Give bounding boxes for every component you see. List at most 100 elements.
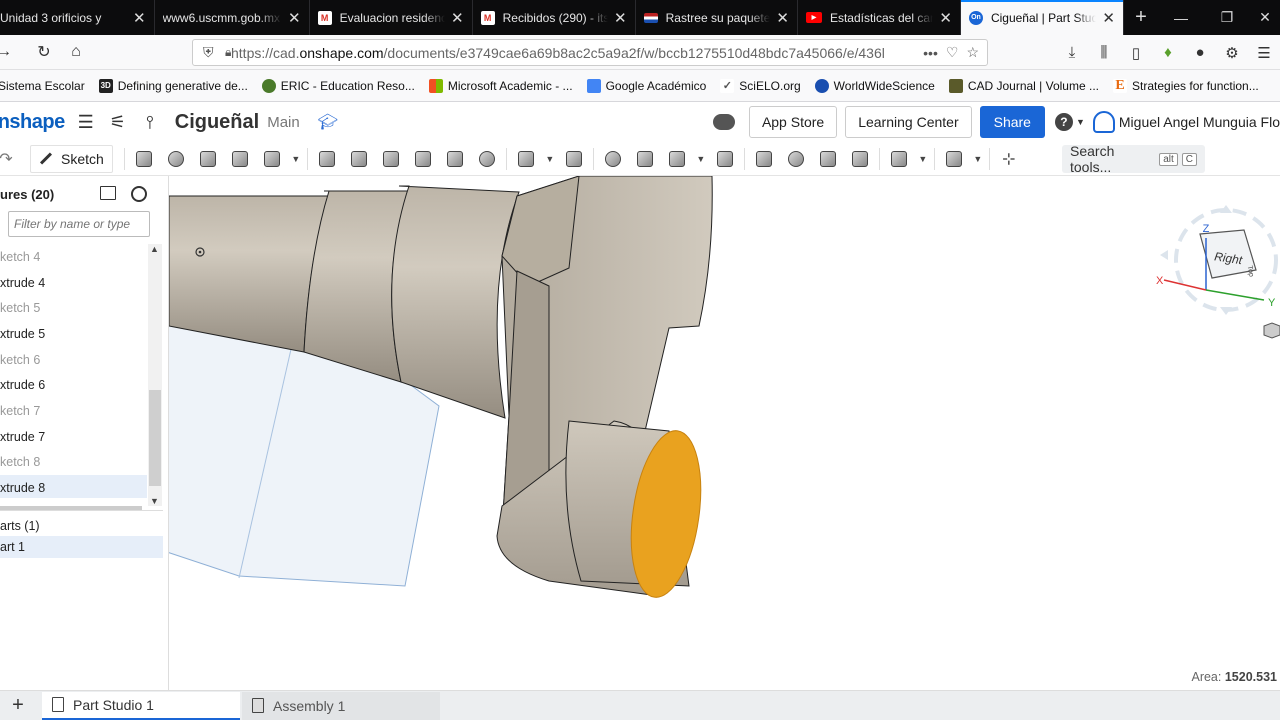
download-icon[interactable]: ⤓	[1056, 39, 1088, 66]
extension-icon[interactable]: ♦	[1152, 39, 1184, 66]
browser-tab-4[interactable]: Rastree su paquete ✕	[636, 0, 798, 35]
share-button[interactable]: Share	[979, 106, 1045, 138]
search-tools-input[interactable]: Search tools... alt C	[1062, 143, 1205, 175]
url-bar[interactable]: ⛨ 🔒︎ https://cad.onshape.com/documents/e…	[192, 39, 988, 66]
close-icon[interactable]: ✕	[133, 9, 146, 27]
settings-icon[interactable]: ⚙	[1216, 39, 1248, 66]
browser-tab-3[interactable]: M Recibidos (290) - its ✕	[473, 0, 636, 35]
close-icon[interactable]: ✕	[288, 9, 301, 27]
feature-item[interactable]: xtrude 4	[0, 270, 147, 296]
chevron-down-icon[interactable]: ▼	[972, 147, 984, 171]
bookmark-item[interactable]: Sistema Escolar	[0, 79, 85, 93]
bookmark-item[interactable]: CAD Journal | Volume ...	[948, 78, 1099, 93]
move-face-icon[interactable]	[816, 147, 840, 171]
learning-cap-icon[interactable]: 🎓︎	[318, 112, 338, 132]
thicken-icon[interactable]	[260, 147, 284, 171]
user-menu[interactable]: Miguel Angel Munguia Flo	[1092, 111, 1280, 133]
fillet-icon[interactable]	[315, 147, 339, 171]
page-actions-icon[interactable]: •••	[923, 45, 938, 61]
bookmark-item[interactable]: ERIC - Education Reso...	[261, 78, 415, 93]
parts-header[interactable]: arts (1)	[0, 510, 163, 536]
lock-icon[interactable]: 🔒︎	[225, 45, 231, 60]
feature-filter-input[interactable]	[8, 211, 150, 237]
menu-icon[interactable]: ☰	[1248, 39, 1280, 66]
hamburger-menu-icon[interactable]: ☰	[75, 112, 97, 133]
window-close-icon[interactable]: ✕	[1250, 0, 1280, 35]
bookmark-item[interactable]: Microsoft Academic - ...	[428, 78, 573, 93]
plane-icon[interactable]	[887, 147, 911, 171]
document-title[interactable]: Cigueñal	[175, 111, 259, 134]
pattern-icon[interactable]	[514, 147, 538, 171]
feature-item[interactable]: ketch 4	[0, 244, 147, 270]
forward-icon[interactable]: →	[0, 38, 12, 66]
help-icon[interactable]: ?	[1054, 113, 1073, 131]
chevron-down-icon[interactable]: ▼	[544, 147, 556, 171]
feature-item[interactable]: ketch 8	[0, 450, 147, 476]
workspace-label[interactable]: Main	[267, 114, 300, 131]
feature-item[interactable]: ketch 7	[0, 398, 147, 424]
feature-item[interactable]: ketch 5	[0, 295, 147, 321]
chevron-down-icon[interactable]: ▼	[695, 147, 707, 171]
scroll-down-icon[interactable]: ▼	[150, 496, 159, 506]
sweep-icon[interactable]	[196, 147, 220, 171]
view-cube[interactable]: Right Top Z X Y	[1156, 205, 1278, 315]
onshape-logo[interactable]: onshape	[0, 111, 65, 134]
add-element-icon[interactable]: +	[0, 694, 36, 717]
pocket-icon[interactable]: ♡	[946, 44, 959, 61]
revolve-icon[interactable]	[164, 147, 188, 171]
feature-tree-icon[interactable]: ⚟	[107, 112, 129, 133]
draft-icon[interactable]	[379, 147, 403, 171]
comments-icon[interactable]	[712, 114, 735, 130]
chevron-down-icon[interactable]: ▼	[1076, 117, 1085, 127]
feature-item[interactable]: xtrude 6	[0, 372, 147, 398]
chamfer-icon[interactable]	[347, 147, 371, 171]
replace-face-icon[interactable]	[848, 147, 872, 171]
modify-fillet-icon[interactable]	[752, 147, 776, 171]
rollback-clock-icon[interactable]	[131, 186, 147, 202]
transform-icon[interactable]	[665, 147, 689, 171]
close-icon[interactable]: ✕	[776, 9, 789, 27]
close-icon[interactable]: ✕	[1102, 9, 1115, 27]
home-icon[interactable]: ⌂	[60, 38, 92, 66]
bookmark-star-icon[interactable]: ☆	[966, 44, 979, 61]
minimize-icon[interactable]: —	[1158, 0, 1204, 35]
feature-item[interactable]: ketch 6	[0, 347, 147, 373]
delete-part-icon[interactable]	[713, 147, 737, 171]
shield-icon[interactable]: ⛨	[203, 44, 214, 61]
close-icon[interactable]: ✕	[614, 9, 627, 27]
app-store-button[interactable]: App Store	[748, 106, 838, 138]
url-text[interactable]: https://cad.onshape.com/documents/e3749c…	[231, 45, 915, 61]
feature-item[interactable]: xtrude 5	[0, 321, 147, 347]
feature-list-scrollbar[interactable]: ▲ ▼	[148, 244, 162, 506]
bookmark-item[interactable]: 3D Defining generative de...	[98, 78, 248, 93]
restore-icon[interactable]: ❐	[1204, 0, 1250, 35]
add-folder-icon[interactable]	[100, 186, 116, 200]
split-icon[interactable]	[633, 147, 657, 171]
feature-item[interactable]: xtrude 7	[0, 424, 147, 450]
scrollbar-thumb[interactable]	[149, 390, 161, 486]
chevron-down-icon[interactable]: ▼	[917, 147, 929, 171]
hole-icon[interactable]	[475, 147, 499, 171]
rib-icon[interactable]	[411, 147, 435, 171]
insert-icon[interactable]: ⫯	[139, 112, 161, 133]
browser-tab-1[interactable]: www6.uscmm.gob.mx ✕	[155, 0, 310, 35]
browser-tab-0[interactable]: Unidad 3 orificios y ✕	[0, 0, 155, 35]
loft-icon[interactable]	[228, 147, 252, 171]
sheet-metal-icon[interactable]	[942, 147, 966, 171]
extrude-icon[interactable]	[132, 147, 156, 171]
delete-face-icon[interactable]	[784, 147, 808, 171]
reload-icon[interactable]: ↻	[28, 38, 60, 66]
redo-icon[interactable]: ↷	[0, 149, 16, 169]
cube-icon[interactable]	[1263, 322, 1280, 339]
bookmark-item[interactable]: E Strategies for function...	[1113, 78, 1259, 93]
tab-part-studio[interactable]: Part Studio 1	[42, 691, 240, 720]
chevron-down-icon[interactable]: ▼	[290, 147, 302, 171]
browser-tab-6[interactable]: On Cigueñal | Part Stud ✕	[960, 0, 1124, 35]
tab-assembly[interactable]: Assembly 1	[242, 691, 440, 720]
library-icon[interactable]: ⫼	[1088, 39, 1120, 66]
shell-icon[interactable]	[443, 147, 467, 171]
browser-tab-2[interactable]: M Evaluacion residenc ✕	[310, 0, 473, 35]
browser-tab-5[interactable]: ▶ Estadísticas del can ✕	[798, 0, 961, 35]
part-item[interactable]: art 1	[0, 536, 163, 558]
custom-feature-icon[interactable]: ⊹	[997, 147, 1021, 171]
